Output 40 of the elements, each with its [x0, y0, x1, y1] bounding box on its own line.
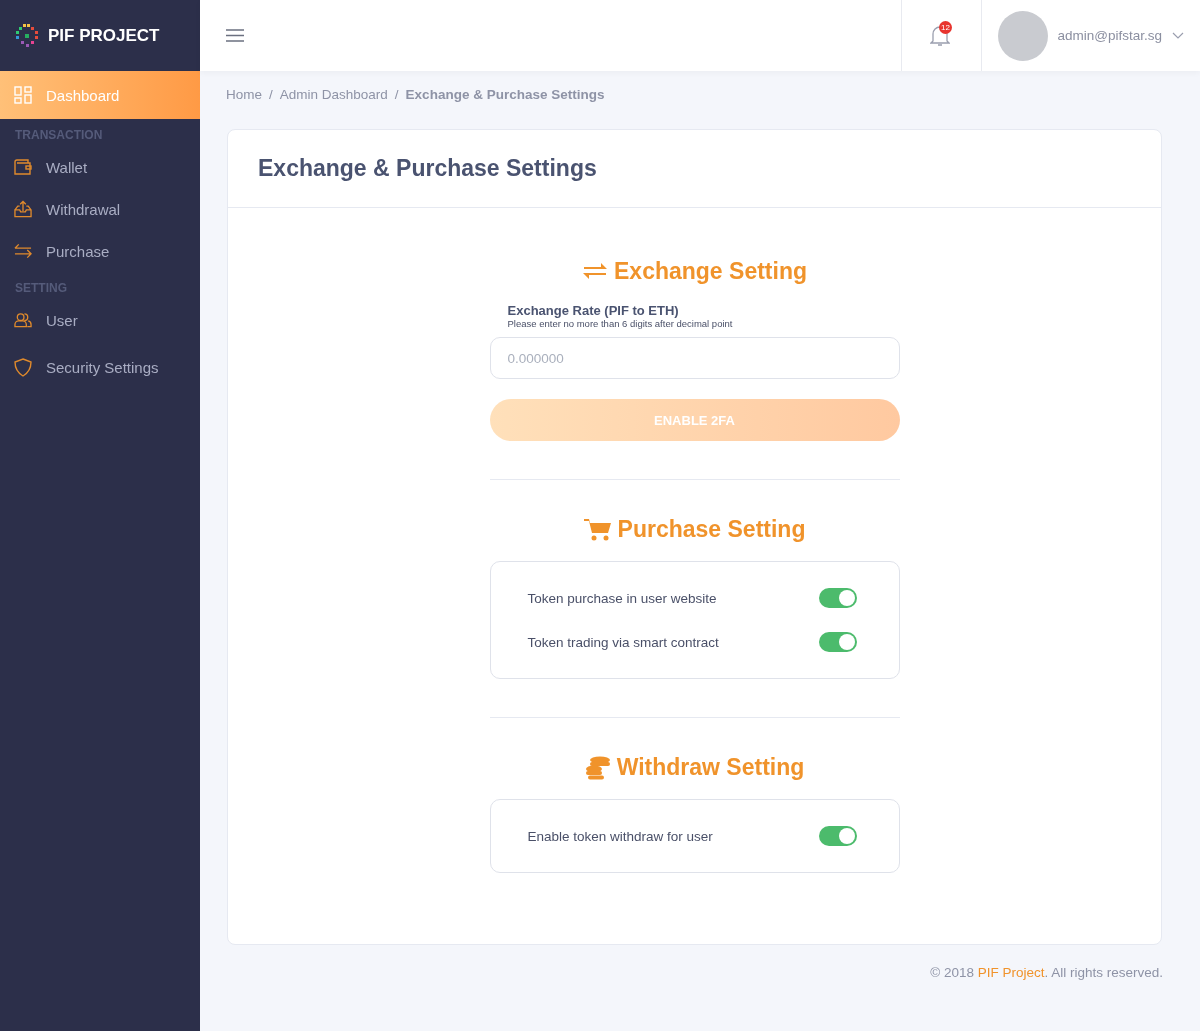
- chevron-down-icon[interactable]: [1172, 32, 1184, 39]
- swap-arrows-icon: [14, 243, 32, 259]
- toggle-label: Enable token withdraw for user: [527, 828, 713, 844]
- copyright-text: © 2018 PIF Project. All rights reserved.: [929, 964, 1164, 982]
- breadcrumb-separator: /: [269, 87, 273, 102]
- section-title: Exchange Setting: [614, 258, 807, 285]
- breadcrumb-separator: /: [394, 87, 399, 102]
- breadcrumb-link[interactable]: Admin Dashboard: [279, 87, 388, 102]
- sidebar-item[interactable]: User: [0, 299, 200, 341]
- users-icon: [14, 312, 32, 328]
- breadcrumb-current: Exchange & Purchase Settings: [405, 87, 605, 102]
- brand-name: PIF PROJECT: [48, 25, 160, 46]
- notification-badge: 12: [939, 20, 952, 34]
- user-email[interactable]: admin@pifstar.sg: [1057, 28, 1162, 43]
- toggle-switch[interactable]: [818, 632, 857, 652]
- shield-icon: [14, 357, 32, 377]
- rate-input[interactable]: 0.000000: [489, 337, 900, 379]
- card-title: Exchange & Purchase Settings: [228, 130, 1161, 208]
- section-title: Purchase Setting: [617, 516, 806, 543]
- sidebar-item[interactable]: Dashboard: [0, 71, 200, 119]
- toggle-switch[interactable]: [818, 588, 857, 608]
- toggle-label: Token trading via smart contract: [527, 634, 719, 650]
- field-hint: Please enter no more than 6 digits after decimal point: [506, 318, 734, 329]
- grid-icon: [14, 86, 32, 104]
- sidebar-item[interactable]: Purchase: [0, 230, 200, 272]
- wallet-icon: [14, 158, 32, 176]
- sidebar-item[interactable]: Wallet: [0, 146, 200, 188]
- section-title: Withdraw Setting: [616, 754, 805, 781]
- breadcrumb-link[interactable]: Home: [226, 87, 262, 102]
- cart-icon: [583, 517, 612, 542]
- sidebar-item[interactable]: Withdrawal: [0, 188, 200, 230]
- coins-icon: [584, 755, 611, 780]
- tray-upload-icon: [14, 200, 32, 218]
- menu-icon[interactable]: [226, 29, 244, 42]
- field-label: Exchange Rate (PIF to ETH): [506, 303, 680, 318]
- sidebar-item[interactable]: Security Settings: [0, 341, 200, 393]
- logo-icon: [14, 22, 40, 49]
- toggle-label: Token purchase in user website: [527, 590, 717, 606]
- bell-icon[interactable]: [930, 24, 950, 47]
- toggle-switch[interactable]: [818, 826, 857, 846]
